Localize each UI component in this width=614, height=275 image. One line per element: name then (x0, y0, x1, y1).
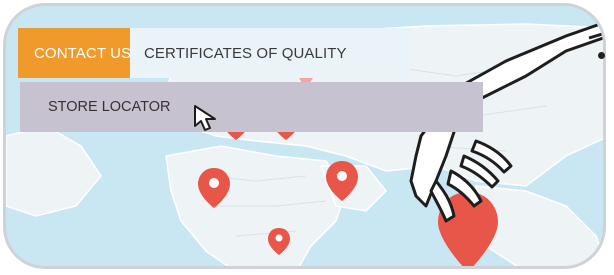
dropdown-menu: STORE LOCATOR (20, 82, 483, 132)
top-navigation: CONTACT US CERTIFICATES OF QUALITY (18, 28, 410, 78)
mouse-cursor-icon (194, 105, 216, 131)
menu-item-store-locator[interactable]: STORE LOCATOR (48, 99, 170, 115)
decorative-dot (598, 52, 605, 59)
tab-certificates-of-quality[interactable]: CERTIFICATES OF QUALITY (130, 28, 361, 78)
tab-contact-us[interactable]: CONTACT US (18, 28, 131, 78)
map-frame: CONTACT US CERTIFICATES OF QUALITY STORE… (3, 3, 606, 269)
